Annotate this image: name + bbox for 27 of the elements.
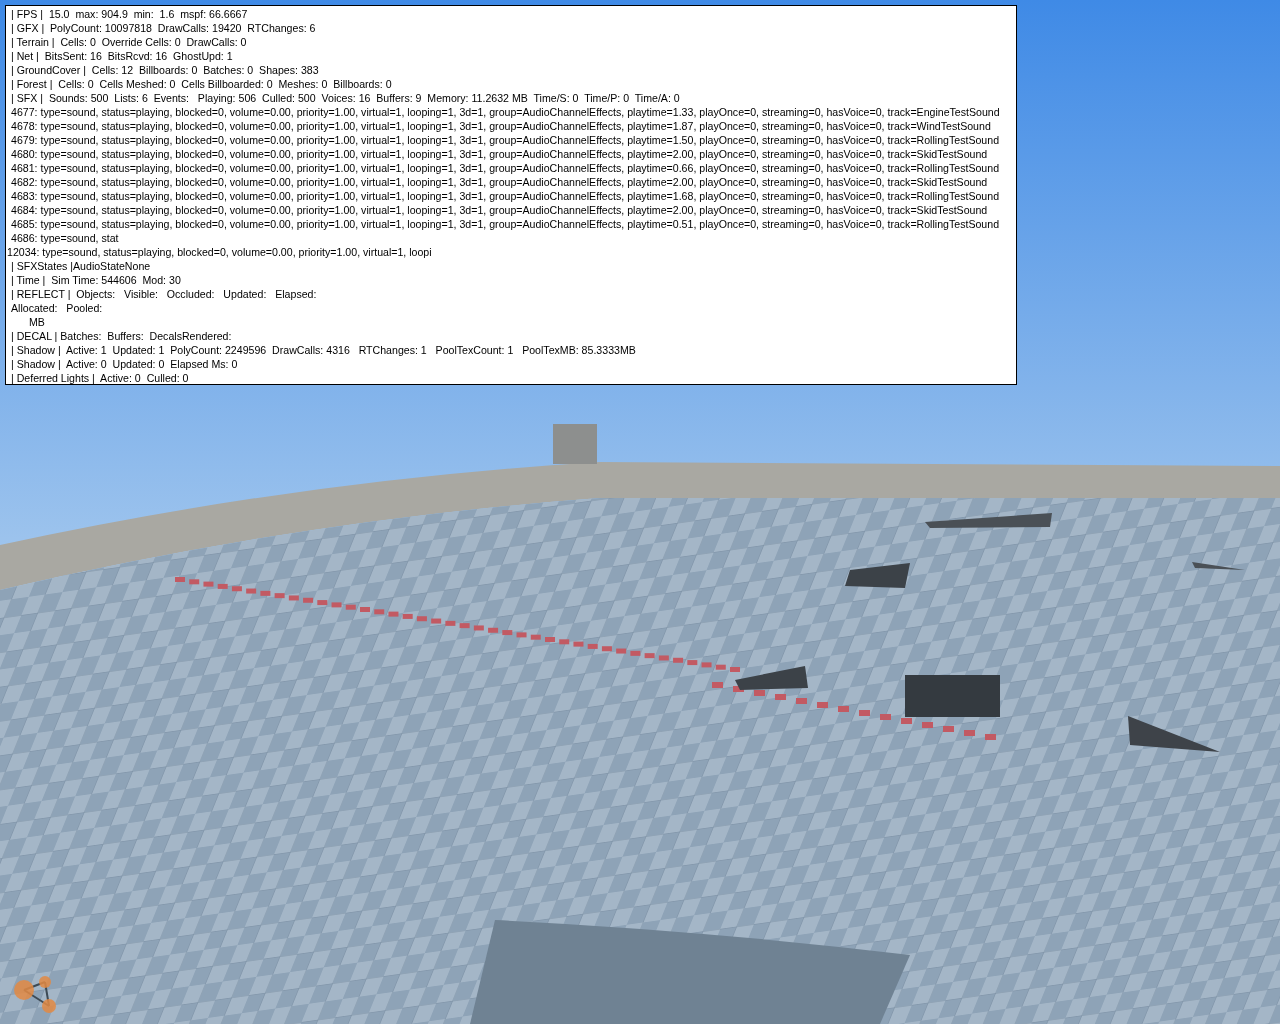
stats-line: 4686: type=sound, stat: [10, 231, 119, 245]
stats-line: 4677: type=sound, status=playing, blocked=0, volume=0.00, priority=1.00, virtual=1, looping=1, 3d=1, group=AudioChannelEffects, playtime=1.33, playOnce=0, streaming=0, hasVoice=0, track=EngineTestSound: [10, 105, 1000, 119]
stats-line: 4685: type=sound, status=playing, blocked=0, volume=0.00, priority=1.00, virtual=1, looping=1, 3d=1, group=AudioChannelEffects, playtime=0.51, playOnce=0, streaming=0, hasVoice=0, track=RollingTestSound: [10, 217, 1000, 231]
stats-line: 4683: type=sound, status=playing, blocked=0, volume=0.00, priority=1.00, virtual=1, looping=1, 3d=1, group=AudioChannelEffects, playtime=1.68, playOnce=0, streaming=0, hasVoice=0, track=RollingTestSound: [10, 189, 1000, 203]
stats-line: | DECAL | Batches: Buffers: DecalsRendered:: [10, 329, 232, 343]
stats-line: | Time | Sim Time: 544606 Mod: 30: [10, 273, 181, 287]
stats-line: | Shadow | Active: 1 Updated: 1 PolyCount: 2249596 DrawCalls: 4316 RTChanges: 1 PoolTexCount: 1 PoolTexMB: 85.3333MB: [10, 343, 636, 357]
stats-line: 12034: type=sound, status=playing, blocked=0, volume=0.00, priority=1.00, virtual=1, loopi: [6, 245, 432, 259]
stats-line: | Shadow | Active: 0 Updated: 0 Elapsed Ms: 0: [10, 357, 238, 371]
stats-line: | GFX | PolyCount: 10097818 DrawCalls: 19420 RTChanges: 6: [10, 21, 316, 35]
stats-line: | SFX | Sounds: 500 Lists: 6 Events: Playing: 506 Culled: 500 Voices: 16 Buffers: 9 Memory: 11.2632 MB Time/S: 0 Time/P: 0 Time/A: 0: [10, 91, 680, 105]
stats-line: 4684: type=sound, status=playing, blocked=0, volume=0.00, priority=1.00, virtual=1, looping=1, 3d=1, group=AudioChannelEffects, playtime=2.00, playOnce=0, streaming=0, hasVoice=0, track=SkidTestSound: [10, 203, 988, 217]
stats-line: | Deferred Lights | Active: 0 Culled: 0: [10, 371, 189, 385]
stats-line: | Terrain | Cells: 0 Override Cells: 0 DrawCalls: 0: [10, 35, 247, 49]
stats-line: | Forest | Cells: 0 Cells Meshed: 0 Cells Billboarded: 0 Meshes: 0 Billboards: 0: [10, 77, 392, 91]
stats-line: | SFXStates |AudioStateNone: [10, 259, 151, 273]
stats-line: | Net | BitsSent: 16 BitsRcvd: 16 GhostUpd: 1: [10, 49, 233, 63]
stats-line: | REFLECT | Objects: Visible: Occluded: Updated: Elapsed:: [10, 287, 317, 301]
stats-line: 4680: type=sound, status=playing, blocked=0, volume=0.00, priority=1.00, virtual=1, looping=1, 3d=1, group=AudioChannelEffects, playtime=2.00, playOnce=0, streaming=0, hasVoice=0, track=SkidTestSound: [10, 147, 988, 161]
stats-line: | FPS | 15.0 max: 904.9 min: 1.6 mspf: 66.6667: [10, 7, 248, 21]
stats-line: MB: [28, 315, 45, 329]
stats-line: 4678: type=sound, status=playing, blocked=0, volume=0.00, priority=1.00, virtual=1, looping=1, 3d=1, group=AudioChannelEffects, playtime=1.87, playOnce=0, streaming=0, hasVoice=0, track=WindTestSound: [10, 119, 991, 133]
stats-line: 4681: type=sound, status=playing, blocked=0, volume=0.00, priority=1.00, virtual=1, looping=1, 3d=1, group=AudioChannelEffects, playtime=0.66, playOnce=0, streaming=0, hasVoice=0, track=RollingTestSound: [10, 161, 1000, 175]
stats-line: | GroundCover | Cells: 12 Billboards: 0 Batches: 0 Shapes: 383: [10, 63, 319, 77]
stats-line: Allocated: Pooled:: [10, 301, 103, 315]
stats-line: 4682: type=sound, status=playing, blocked=0, volume=0.00, priority=1.00, virtual=1, looping=1, 3d=1, group=AudioChannelEffects, playtime=2.00, playOnce=0, streaming=0, hasVoice=0, track=SkidTestSound: [10, 175, 988, 189]
stats-line: 4679: type=sound, status=playing, blocked=0, volume=0.00, priority=1.00, virtual=1, looping=1, 3d=1, group=AudioChannelEffects, playtime=1.50, playOnce=0, streaming=0, hasVoice=0, track=RollingTestSound: [10, 133, 1000, 147]
